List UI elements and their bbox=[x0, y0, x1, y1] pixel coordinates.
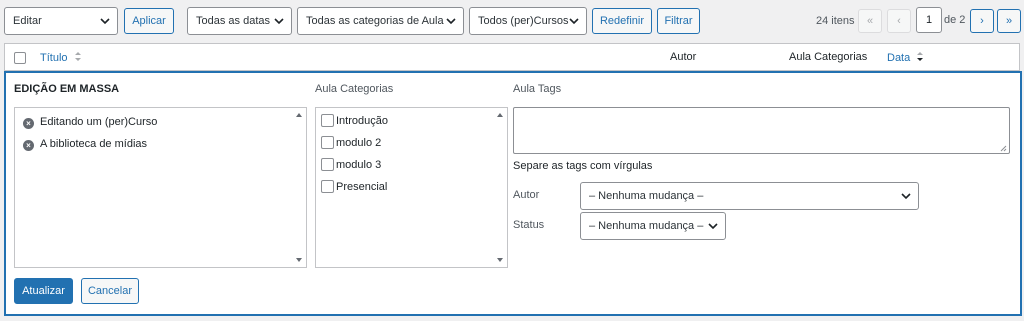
cancel-button[interactable]: Cancelar bbox=[81, 278, 139, 304]
categories-column-header: Aula Categorias bbox=[789, 51, 868, 63]
prev-page-button[interactable]: ‹ bbox=[887, 9, 911, 33]
author-select[interactable]: – Nenhuma mudança – bbox=[580, 182, 919, 210]
current-page-input[interactable]: 1 bbox=[916, 7, 942, 33]
category-modulo-2[interactable]: modulo 2 bbox=[321, 136, 381, 149]
categories-checklist: Introdução modulo 2 modulo 3 Presencial bbox=[315, 107, 508, 268]
scroll-up-icon[interactable] bbox=[296, 113, 302, 117]
last-page-button[interactable]: » bbox=[997, 9, 1021, 33]
post-title: Editando um (per)Curso bbox=[40, 116, 158, 128]
remove-icon[interactable]: × bbox=[23, 140, 34, 151]
category-presencial[interactable]: Presencial bbox=[321, 180, 387, 193]
category-introducao[interactable]: Introdução bbox=[321, 114, 388, 127]
category-label: modulo 2 bbox=[336, 137, 382, 149]
bulk-edit-panel: EDIÇÃO EM MASSA × Editando um (per)Curso … bbox=[4, 71, 1022, 316]
status-label: Status bbox=[513, 219, 545, 231]
post-title: A biblioteca de mídias bbox=[40, 138, 148, 150]
categories-filter-select[interactable]: Todas as categorias de Aula bbox=[297, 7, 464, 35]
sort-desc-icon bbox=[917, 52, 924, 61]
chevron-down-icon bbox=[446, 18, 456, 25]
category-label: modulo 3 bbox=[336, 159, 382, 171]
status-select[interactable]: – Nenhuma mudança – bbox=[580, 212, 726, 240]
bulk-action-value: Editar bbox=[13, 15, 42, 27]
title-column-header[interactable]: Título bbox=[40, 51, 82, 64]
scroll-down-icon[interactable] bbox=[296, 258, 302, 262]
scroll-down-icon[interactable] bbox=[497, 258, 503, 262]
table-toolbar: Editar Aplicar Todas as datas Todas as c… bbox=[0, 0, 1024, 40]
status-select-value: – Nenhuma mudança – bbox=[589, 220, 704, 232]
tags-label: Aula Tags bbox=[513, 83, 562, 95]
checkbox[interactable] bbox=[321, 114, 334, 127]
selected-posts-list: × Editando um (per)Curso × A biblioteca de… bbox=[14, 107, 307, 268]
scroll-up-icon[interactable] bbox=[497, 113, 503, 117]
first-page-button[interactable]: « bbox=[858, 9, 882, 33]
bulk-action-select[interactable]: Editar bbox=[4, 7, 118, 35]
chevron-down-icon bbox=[901, 193, 911, 200]
date-column-header[interactable]: Data bbox=[887, 51, 924, 64]
author-label: Autor bbox=[513, 189, 540, 201]
tags-hint: Separe as tags com vírgulas bbox=[513, 160, 653, 172]
category-modulo-3[interactable]: modulo 3 bbox=[321, 158, 381, 171]
categories-label: Aula Categorias bbox=[315, 83, 394, 95]
chevron-down-icon bbox=[708, 223, 718, 230]
author-select-value: – Nenhuma mudança – bbox=[589, 190, 704, 202]
tags-textarea[interactable] bbox=[513, 107, 1010, 154]
list-item: × Editando um (per)Curso bbox=[23, 116, 157, 129]
courses-filter-select[interactable]: Todos (per)Cursos bbox=[469, 7, 587, 35]
checkbox[interactable] bbox=[321, 158, 334, 171]
chevron-down-icon bbox=[100, 18, 110, 25]
apply-button[interactable]: Aplicar bbox=[124, 8, 174, 34]
checkbox[interactable] bbox=[321, 180, 334, 193]
bulk-edit-heading: EDIÇÃO EM MASSA bbox=[14, 83, 120, 95]
resize-handle-icon[interactable] bbox=[1000, 145, 1007, 152]
remove-icon[interactable]: × bbox=[23, 118, 34, 129]
categories-filter-value: Todas as categorias de Aula bbox=[306, 15, 444, 27]
list-item: × A biblioteca de mídias bbox=[23, 138, 147, 151]
sort-icon bbox=[74, 52, 81, 61]
author-column-header: Autor bbox=[670, 51, 697, 63]
chevron-down-icon bbox=[274, 18, 284, 25]
category-label: Introdução bbox=[336, 115, 388, 127]
reset-button[interactable]: Redefinir bbox=[592, 8, 652, 34]
total-pages: de 2 bbox=[944, 14, 966, 26]
next-page-button[interactable]: › bbox=[970, 9, 994, 33]
table-header-row: Título Autor Aula Categorias Data bbox=[4, 43, 1020, 71]
dates-filter-value: Todas as datas bbox=[196, 15, 270, 27]
title-column-label: Título bbox=[40, 52, 68, 64]
select-all-checkbox[interactable] bbox=[14, 52, 26, 64]
checkbox[interactable] bbox=[321, 136, 334, 149]
courses-filter-value: Todos (per)Cursos bbox=[478, 15, 569, 27]
update-button[interactable]: Atualizar bbox=[14, 278, 73, 304]
items-count: 24 itens bbox=[816, 15, 855, 27]
date-column-label: Data bbox=[887, 52, 911, 64]
category-label: Presencial bbox=[336, 181, 388, 193]
dates-filter-select[interactable]: Todas as datas bbox=[187, 7, 292, 35]
filter-button[interactable]: Filtrar bbox=[657, 8, 700, 34]
chevron-down-icon bbox=[569, 18, 579, 25]
